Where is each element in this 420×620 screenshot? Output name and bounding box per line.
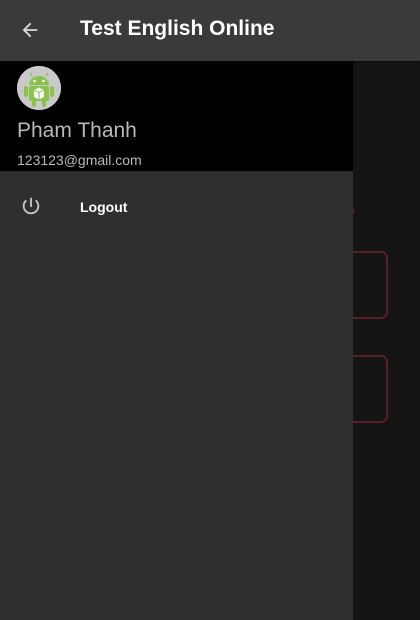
back-button[interactable] [10, 10, 50, 50]
menu-item-logout[interactable]: Logout [0, 183, 353, 231]
drawer-header: Pham Thanh 123123@gmail.com [0, 61, 353, 171]
profile-email: 123123@gmail.com [17, 152, 142, 168]
arrow-left-icon [22, 22, 38, 38]
navigation-drawer: Pham Thanh 123123@gmail.com Logout [0, 61, 353, 620]
app-bar: Test English Online [0, 0, 420, 61]
android-robot-icon [17, 66, 61, 110]
menu-item-label: Logout [80, 199, 128, 215]
app-screen: e Test English Online [0, 0, 420, 620]
power-icon [22, 197, 40, 215]
profile-name: Pham Thanh [17, 119, 137, 142]
app-title: Test English Online [80, 17, 275, 40]
avatar[interactable] [17, 66, 61, 110]
